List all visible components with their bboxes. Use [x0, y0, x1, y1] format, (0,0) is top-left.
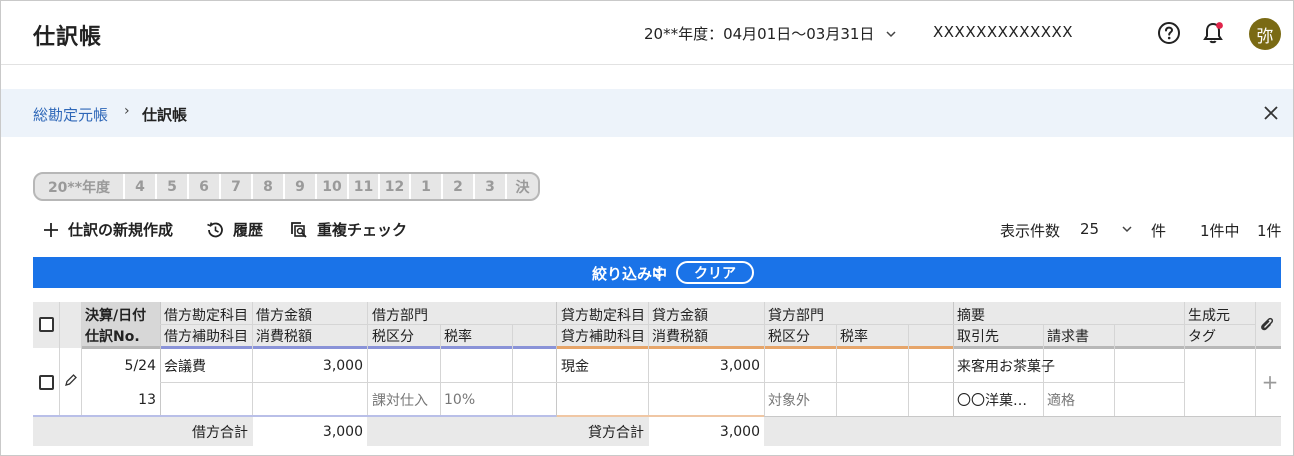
row-debit-tax-rate[interactable]: 10%: [440, 384, 512, 416]
header-credit-sub[interactable]: 貸方補助科目: [557, 326, 649, 346]
period-tab-month[interactable]: 4: [125, 174, 157, 199]
breadcrumb-link-ledger[interactable]: 総勘定元帳: [33, 104, 108, 125]
plus-icon: [44, 222, 58, 237]
header-credit-tax-class[interactable]: 税区分: [764, 326, 836, 346]
avatar-char: 弥: [1256, 26, 1274, 47]
new-entry-label: 仕訳の新規作成: [68, 221, 174, 239]
period-tab-month[interactable]: 8: [253, 174, 285, 199]
row-credit-account[interactable]: 現金: [557, 350, 649, 382]
debit-accent-line: [160, 346, 556, 349]
memo-accent-line: [953, 346, 1281, 349]
notification-dot: [1216, 22, 1223, 29]
history-button[interactable]: 履歴: [205, 219, 263, 240]
history-label: 履歴: [233, 221, 264, 239]
select-all-checkbox[interactable]: [39, 317, 54, 332]
row-debit-tax-class[interactable]: 課対仕入: [368, 384, 440, 416]
close-icon[interactable]: [1261, 103, 1281, 123]
duplicate-check-button[interactable]: 重複チェック: [289, 219, 407, 240]
breadcrumb: 総勘定元帳 › 仕訳帳: [1, 89, 1293, 137]
pencil-icon[interactable]: [64, 373, 78, 387]
period-tab-month[interactable]: 5: [157, 174, 189, 199]
period-tab-month[interactable]: 6: [189, 174, 221, 199]
header-debit-tax-class[interactable]: 税区分: [368, 326, 440, 346]
credit-total-label: 貸方合計: [588, 424, 644, 441]
filter-bar[interactable]: 絞り込み中 クリア: [33, 257, 1281, 288]
row-checkbox[interactable]: [39, 375, 54, 390]
header-tag[interactable]: タグ: [1184, 326, 1256, 346]
row-debit-amount[interactable]: 3,000: [252, 350, 367, 382]
chevron-down-icon[interactable]: [1120, 222, 1134, 236]
app-title: 仕訳帳: [33, 25, 103, 50]
help-icon[interactable]: [1156, 20, 1182, 46]
header-source[interactable]: 生成元: [1184, 304, 1256, 325]
period-text: 20**年度：04月01日〜03月31日: [644, 25, 875, 43]
period-tab-month[interactable]: 12: [380, 174, 411, 199]
header-debit-dept[interactable]: 借方部門: [368, 304, 556, 325]
row-memo[interactable]: 来客用お茶菓子: [953, 350, 1184, 382]
period-selector[interactable]: 20**年度：04月01日〜03月31日: [644, 23, 898, 44]
duplicate-check-icon: [291, 221, 307, 238]
paperclip-icon[interactable]: [1259, 316, 1275, 334]
period-tab-month[interactable]: 1: [411, 174, 443, 199]
period-tab-month[interactable]: 9: [285, 174, 317, 199]
header-debit-sub[interactable]: 借方補助科目: [160, 326, 252, 346]
period-tab-year[interactable]: 20**年度: [35, 174, 125, 199]
header-credit-amount[interactable]: 貸方金額: [648, 304, 764, 325]
row-credit-tax-class[interactable]: 対象外: [764, 384, 836, 416]
add-attachment-icon[interactable]: +: [1260, 368, 1280, 396]
period-tabs: 20**年度 4 5 6 7 8 9 10 11 12 1 2 3 決: [33, 172, 540, 201]
credit-accent-line: [557, 346, 953, 349]
period-tab-month[interactable]: 10: [317, 174, 349, 199]
header-credit-tax-rate[interactable]: 税率: [836, 326, 908, 346]
header-debit-account[interactable]: 借方勘定科目: [160, 304, 252, 325]
result-count-text: 1件中: [1200, 222, 1240, 240]
app-header: 仕訳帳 20**年度：04月01日〜03月31日 XXXXXXXXXXXXX 弥: [1, 1, 1293, 65]
period-tab-month[interactable]: 7: [221, 174, 253, 199]
clear-filter-button[interactable]: クリア: [676, 261, 754, 284]
header-credit-account[interactable]: 貸方勘定科目: [557, 304, 649, 325]
per-page-label: 表示件数: [1000, 222, 1061, 240]
header-credit-dept[interactable]: 貸方部門: [764, 304, 952, 325]
breadcrumb-current: 仕訳帳: [142, 106, 188, 124]
per-page-unit: 件: [1151, 222, 1167, 240]
history-icon: [207, 221, 223, 237]
header-memo[interactable]: 摘要: [953, 304, 1184, 325]
header-credit-tax-amount[interactable]: 消費税額: [648, 326, 764, 346]
company-name[interactable]: XXXXXXXXXXXXX: [933, 23, 1073, 41]
bell-icon[interactable]: [1200, 20, 1226, 46]
row-date: 5/24: [124, 358, 156, 374]
header-debit-amount[interactable]: 借方金額: [252, 304, 367, 325]
new-entry-button[interactable]: 仕訳の新規作成: [42, 219, 173, 240]
header-partner[interactable]: 取引先: [953, 326, 1043, 346]
per-page-select[interactable]: 25: [1080, 220, 1099, 238]
row-invoice[interactable]: 適格: [1043, 384, 1113, 416]
debit-total-label: 借方合計: [192, 424, 248, 441]
credit-total-value: 3,000: [649, 417, 764, 446]
chevron-down-icon: [886, 30, 896, 37]
row-partner[interactable]: 〇〇洋菓…: [953, 384, 1043, 416]
header-invoice[interactable]: 請求書: [1043, 326, 1113, 346]
row-credit-amount[interactable]: 3,000: [648, 350, 764, 382]
period-tab-month[interactable]: 2: [443, 174, 475, 199]
header-debit-tax-rate[interactable]: 税率: [440, 326, 512, 346]
header-date[interactable]: 決算/日付: [81, 304, 160, 325]
double-chevron-down-icon: [653, 267, 663, 280]
period-tab-closing[interactable]: 決: [507, 174, 538, 199]
journal-table: 決算/日付 借方勘定科目 借方金額 借方部門 貸方勘定科目 貸方金額 貸方部門 …: [33, 302, 1281, 446]
avatar[interactable]: 弥: [1249, 18, 1281, 50]
debit-total-value: 3,000: [253, 417, 367, 446]
duplicate-check-label: 重複チェック: [317, 221, 408, 239]
date-accent-line: [81, 346, 160, 349]
header-debit-tax-amount[interactable]: 消費税額: [252, 326, 367, 346]
row-debit-account[interactable]: 会議費: [160, 350, 252, 382]
period-tab-month[interactable]: 3: [475, 174, 507, 199]
breadcrumb-separator-icon: ›: [124, 103, 130, 119]
period-tab-month[interactable]: 11: [349, 174, 380, 199]
result-count-total: 1件: [1257, 222, 1282, 240]
row-entry-no: 13: [138, 392, 156, 408]
header-entry-no[interactable]: 仕訳No.: [81, 326, 160, 346]
